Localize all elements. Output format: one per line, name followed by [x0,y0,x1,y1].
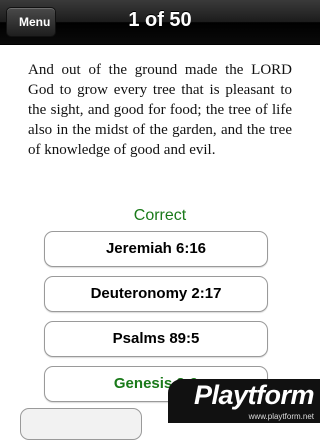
watermark-url: www.playtform.net [248,412,314,421]
verse-text: And out of the ground made the LORD God … [28,62,292,158]
answer-button-jeremiah[interactable]: Jeremiah 6:16 [44,231,268,267]
watermark-logo: Playtform [193,380,315,410]
page-counter-title: 1 of 50 [128,9,192,31]
answer-status: Correct [133,207,187,224]
navigation-bar: Menu 1 of 50 [0,0,320,45]
watermark: Playtform www.playtform.net [160,378,320,423]
answer-button-psalms[interactable]: Psalms 89:5 [44,321,268,357]
answer-button-deuteronomy[interactable]: Deuteronomy 2:17 [44,276,268,312]
next-button[interactable] [20,408,142,440]
